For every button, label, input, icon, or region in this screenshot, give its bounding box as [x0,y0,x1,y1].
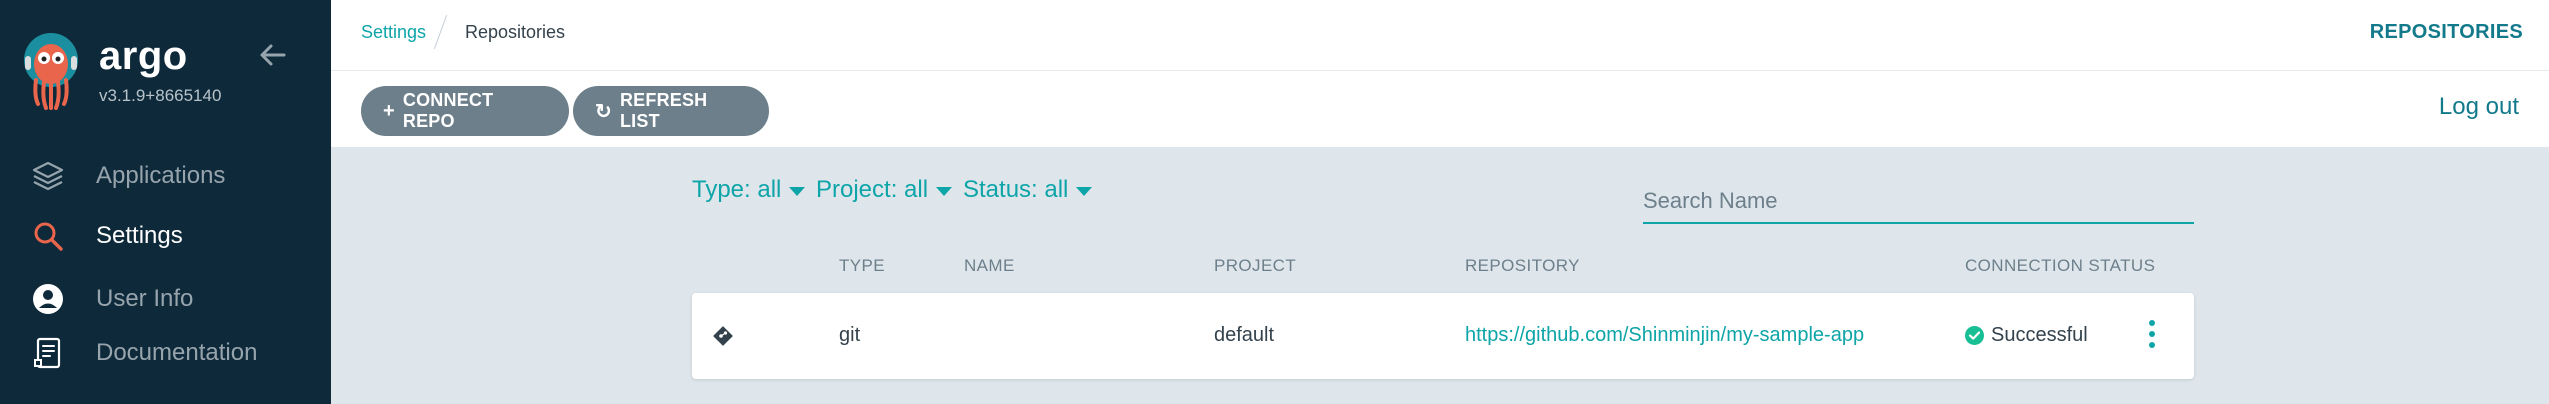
row-actions-menu-icon[interactable] [2144,320,2160,350]
project-filter-label: Project: all [816,176,929,203]
column-header-connection-status: CONNECTION STATUS [1965,256,2156,275]
page-title: REPOSITORIES [2369,21,2523,43]
column-header-name: NAME [964,256,1015,275]
sidebar: argo v3.1.9+8665140 Applications Setting… [0,0,331,404]
connect-repo-label: CONNECT REPO [402,90,494,131]
sidebar-item-label: Applications [96,162,226,189]
sidebar-item-label: User Info [96,285,194,312]
connection-status: Successful [1965,324,2088,347]
collapse-sidebar-arrow-icon[interactable] [256,38,290,72]
column-header-repository: REPOSITORY [1465,256,1580,275]
top-bar: Settings Repositories REPOSITORIES [331,0,2549,71]
repo-project: default [1214,324,1275,346]
sidebar-item-applications[interactable]: Applications [0,151,331,201]
caret-down-icon [1076,186,1093,196]
logout-link[interactable]: Log out [2439,93,2519,121]
sidebar-item-settings[interactable]: Settings [0,211,331,261]
app-version: v3.1.9+8665140 [99,86,222,105]
git-icon [713,326,733,351]
refresh-list-label: REFRESH LIST [619,90,708,131]
type-filter-dropdown[interactable]: Type: all [692,176,806,204]
sidebar-item-documentation[interactable]: Documentation [0,328,331,378]
refresh-list-button[interactable]: ↻ REFRESH LIST [573,86,769,136]
search-icon [31,219,65,253]
sidebar-item-user-info[interactable]: User Info [0,274,331,324]
status-filter-dropdown[interactable]: Status: all [963,176,1093,204]
column-header-project: PROJECT [1214,256,1297,275]
caret-down-icon [936,186,953,196]
project-filter-dropdown[interactable]: Project: all [816,176,953,204]
user-icon [31,282,65,316]
repo-type: git [839,324,861,346]
app-name: argo [99,34,188,78]
refresh-icon: ↻ [595,100,612,123]
connect-repo-button[interactable]: + CONNECT REPO [361,86,569,136]
breadcrumb-separator [433,14,448,50]
argo-logo [22,30,80,110]
layers-icon [31,159,65,193]
type-filter-label: Type: all [692,176,782,203]
sidebar-item-label: Documentation [96,339,258,366]
check-circle-icon [1965,326,1984,345]
sidebar-item-label: Settings [96,222,183,249]
table-row[interactable]: git default https://github.com/Shinminji… [692,293,2194,379]
repo-url-link[interactable]: https://github.com/Shinminjin/my-sample-… [1465,324,1864,347]
column-header-type: TYPE [839,256,886,275]
breadcrumb-current: Repositories [465,22,566,42]
search-name-input[interactable] [1643,180,2194,224]
plus-icon: + [383,99,395,122]
toolbar: + CONNECT REPO ↻ REFRESH LIST Log out [331,71,2549,147]
caret-down-icon [789,186,806,196]
breadcrumb-settings-link[interactable]: Settings [361,22,426,43]
connection-status-label: Successful [1991,324,2088,346]
status-filter-label: Status: all [963,176,1069,203]
document-icon [31,336,65,370]
